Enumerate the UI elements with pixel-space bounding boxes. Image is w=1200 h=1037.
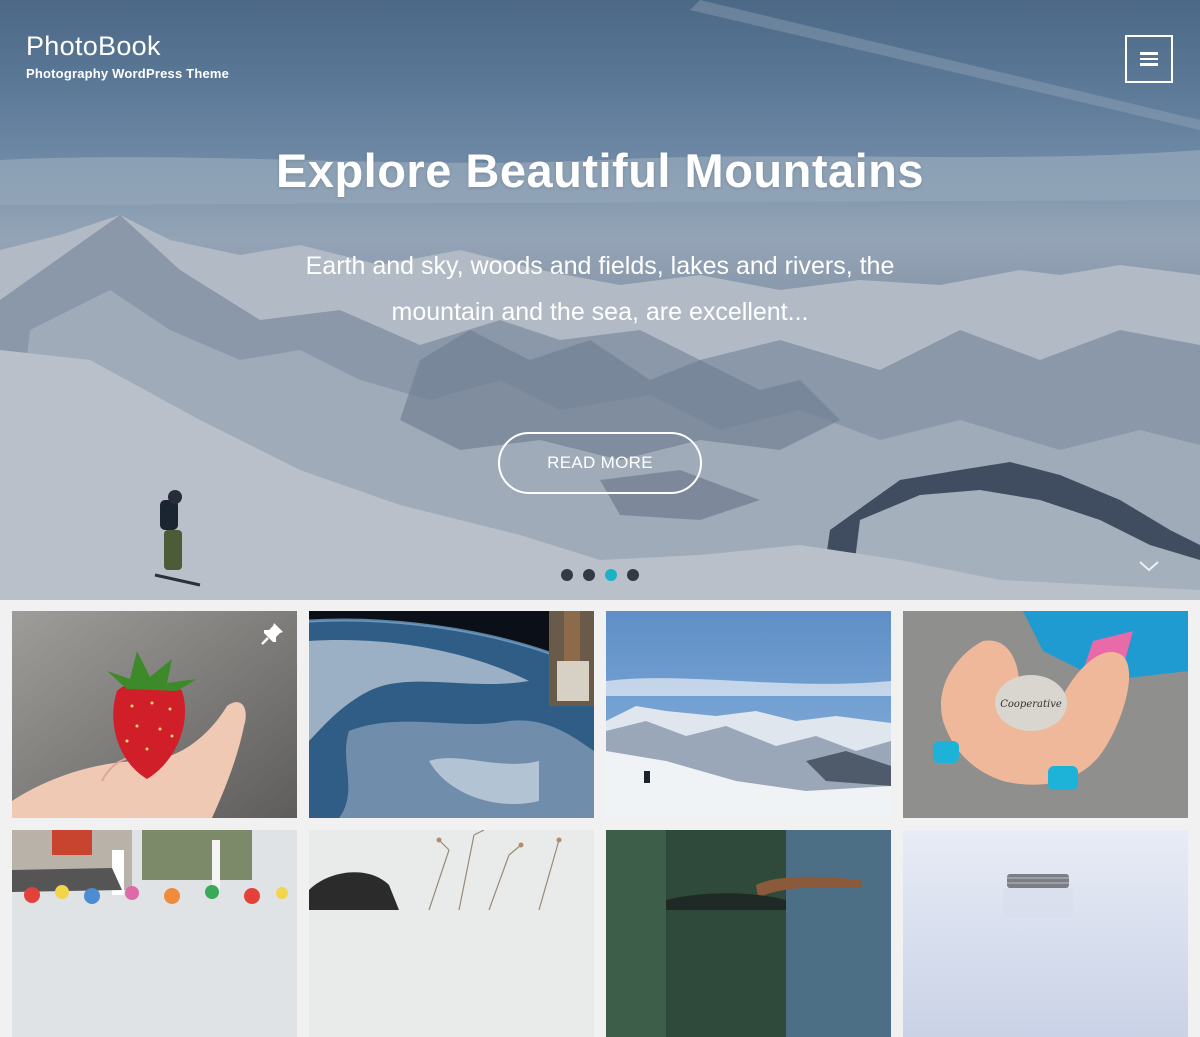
- grid-tile-earth[interactable]: [309, 611, 594, 818]
- slide-excerpt: Earth and sky, woods and fields, lakes a…: [305, 252, 895, 326]
- grid-tile-market[interactable]: [12, 830, 297, 1037]
- grid-tile-mountains[interactable]: [606, 611, 891, 818]
- forest-image: [606, 830, 891, 1037]
- market-image: [12, 830, 297, 1037]
- cooperative-stone-image: Cooperative: [903, 611, 1188, 818]
- slider-dot-4[interactable]: [627, 569, 639, 581]
- grid-tile-plants[interactable]: [309, 830, 594, 1037]
- strawberry-image: [12, 611, 297, 818]
- slider-dot-2[interactable]: [583, 569, 595, 581]
- plants-image: [309, 830, 594, 1037]
- grid-tile-cooperative[interactable]: Cooperative: [903, 611, 1188, 818]
- site-description: Photography WordPress Theme: [26, 66, 230, 81]
- site-branding: PhotoBook Photography WordPress Theme: [26, 30, 229, 81]
- stone-text: Cooperative: [1000, 699, 1062, 710]
- hamburger-icon: [1140, 52, 1158, 66]
- hero-slider: PhotoBook Photography WordPress Theme Ex…: [0, 0, 1200, 600]
- grid-tile-strawberry[interactable]: [12, 611, 297, 818]
- slider-dot-3[interactable]: [605, 569, 617, 581]
- read-more-button[interactable]: READ MORE: [498, 432, 702, 494]
- pin-icon: [261, 623, 283, 645]
- chevron-down-icon[interactable]: [1138, 558, 1160, 574]
- site-title[interactable]: PhotoBook: [26, 30, 229, 62]
- grid-tile-forest[interactable]: [606, 830, 891, 1037]
- slider-dot-1[interactable]: [561, 569, 573, 581]
- mountains-image: [606, 611, 891, 818]
- earth-image: [309, 611, 594, 818]
- menu-toggle-button[interactable]: [1125, 35, 1173, 83]
- grid-tile-jar[interactable]: [903, 830, 1188, 1037]
- jar-image: [903, 830, 1188, 1037]
- slider-pagination: [561, 569, 639, 581]
- slide-title: Explore Beautiful Mountains: [275, 144, 925, 197]
